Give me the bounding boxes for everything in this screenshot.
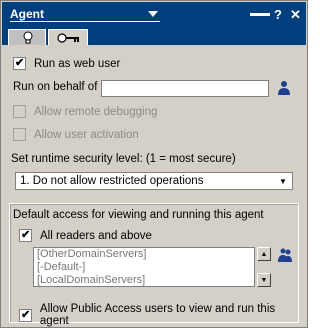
security-level-row: Set runtime security level: (1 = most se… [11, 153, 236, 165]
all-readers-label: All readers and above [40, 229, 152, 242]
chevron-down-icon[interactable]: ▼ [276, 174, 290, 188]
allow-user-activation-checkbox[interactable] [13, 128, 26, 141]
allow-public-access-checkbox[interactable]: ✔ [19, 308, 32, 322]
run-as-web-user-checkbox[interactable]: ✔ [13, 57, 26, 70]
agent-properties-panel: Agent ▬▬ ? ✕ ✔ Run as web user Run on be… [0, 0, 308, 328]
all-readers-row[interactable]: ✔ All readers and above [19, 229, 152, 242]
tab-basics[interactable] [8, 29, 46, 45]
run-on-behalf-input[interactable] [101, 80, 269, 97]
tab-strip [2, 27, 306, 45]
close-icon[interactable]: ✕ [290, 7, 301, 23]
window-title: Agent [10, 7, 44, 21]
readers-listbox[interactable]: [OtherDomainServers] [-Default-] [LocalD… [33, 247, 255, 287]
person-picker-icon[interactable] [277, 80, 291, 96]
allow-remote-debugging-checkbox[interactable] [13, 105, 26, 118]
list-item[interactable]: [OtherDomainServers] [34, 248, 254, 261]
title-bar: Agent ▬▬ ? ✕ [2, 2, 306, 27]
security-level-select[interactable]: 1. Do not allow restricted operations ▼ [15, 172, 293, 190]
allow-remote-debugging-label: Allow remote debugging [34, 105, 158, 118]
scroll-up-button[interactable]: ▲ [257, 247, 271, 261]
run-on-behalf-row: Run on behalf of [13, 81, 97, 93]
title-underline [10, 21, 160, 22]
list-item[interactable]: [LocalDomainServers] [34, 274, 254, 287]
key-icon [57, 33, 79, 43]
allow-public-access-row[interactable]: ✔ Allow Public Access users to view and … [19, 303, 305, 327]
chevron-down-icon[interactable] [148, 10, 158, 18]
run-as-web-user-row[interactable]: ✔ Run as web user [13, 57, 120, 70]
allow-remote-debugging-row[interactable]: Allow remote debugging [13, 105, 157, 118]
scroll-down-button[interactable]: ▼ [257, 273, 271, 287]
security-tab-content: ✔ Run as web user Run on behalf of Allow… [3, 45, 305, 327]
people-picker-icon[interactable] [278, 247, 292, 263]
allow-public-access-label: Allow Public Access users to view and ru… [39, 303, 276, 327]
all-readers-checkbox[interactable]: ✔ [19, 229, 32, 242]
security-level-label: Set runtime security level: (1 = most se… [11, 153, 236, 165]
tab-security[interactable] [48, 29, 88, 45]
run-on-behalf-label: Run on behalf of [13, 81, 98, 93]
dock-icon[interactable]: ▬▬ [250, 8, 270, 19]
allow-user-activation-row[interactable]: Allow user activation [13, 128, 139, 141]
run-as-web-user-label: Run as web user [34, 57, 121, 70]
default-access-row: Default access for viewing and running t… [13, 209, 264, 221]
default-access-label: Default access for viewing and running t… [13, 209, 264, 221]
allow-user-activation-label: Allow user activation [34, 128, 139, 141]
security-level-value: 1. Do not allow restricted operations [20, 175, 204, 187]
list-item[interactable]: [-Default-] [34, 261, 254, 274]
help-icon[interactable]: ? [274, 7, 282, 22]
lightbulb-icon [23, 31, 33, 44]
